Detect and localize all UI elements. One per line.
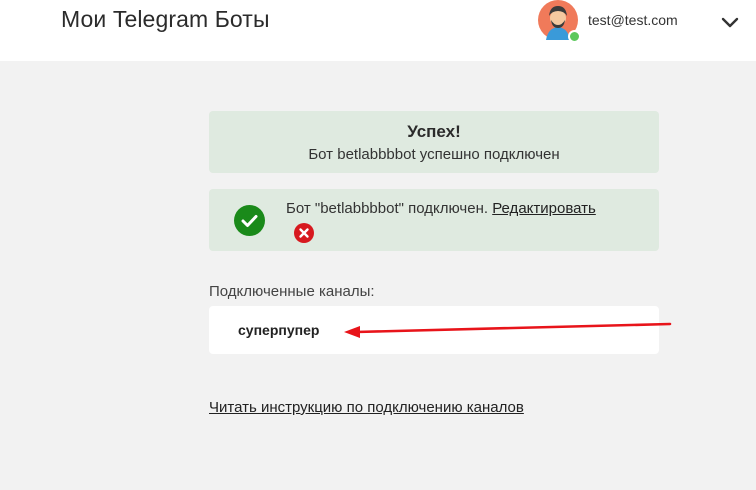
channel-item[interactable]: суперпупер	[238, 322, 319, 338]
user-email[interactable]: test@test.com	[588, 12, 678, 28]
bot-status-card: Бот "betlabbbbot" подключен. Редактирова…	[209, 189, 659, 251]
avatar[interactable]	[538, 0, 581, 43]
close-circle-icon[interactable]	[294, 223, 314, 243]
chevron-down-icon[interactable]	[719, 12, 741, 34]
page-title: Мои Telegram Боты	[61, 6, 270, 32]
red-arrow-annotation	[344, 322, 672, 338]
bot-status-line: Бот "betlabbbbot" подключен. Редактирова…	[286, 200, 596, 217]
channel-instructions-link[interactable]: Читать инструкцию по подключению каналов	[209, 399, 524, 416]
edit-bot-link[interactable]: Редактировать	[492, 200, 596, 217]
top-bar: Мои Telegram Боты test@test.com	[0, 0, 756, 61]
online-status-dot	[568, 30, 581, 43]
success-alert: Успех! Бот betlabbbbot успешно подключен	[209, 111, 659, 173]
success-message: Бот betlabbbbot успешно подключен	[308, 146, 560, 163]
bot-status-text: Бот "betlabbbbot" подключен.	[286, 200, 489, 217]
check-circle-icon	[234, 205, 265, 236]
connected-channels-label: Подключенные каналы:	[209, 283, 375, 300]
success-title: Успех!	[407, 122, 461, 141]
